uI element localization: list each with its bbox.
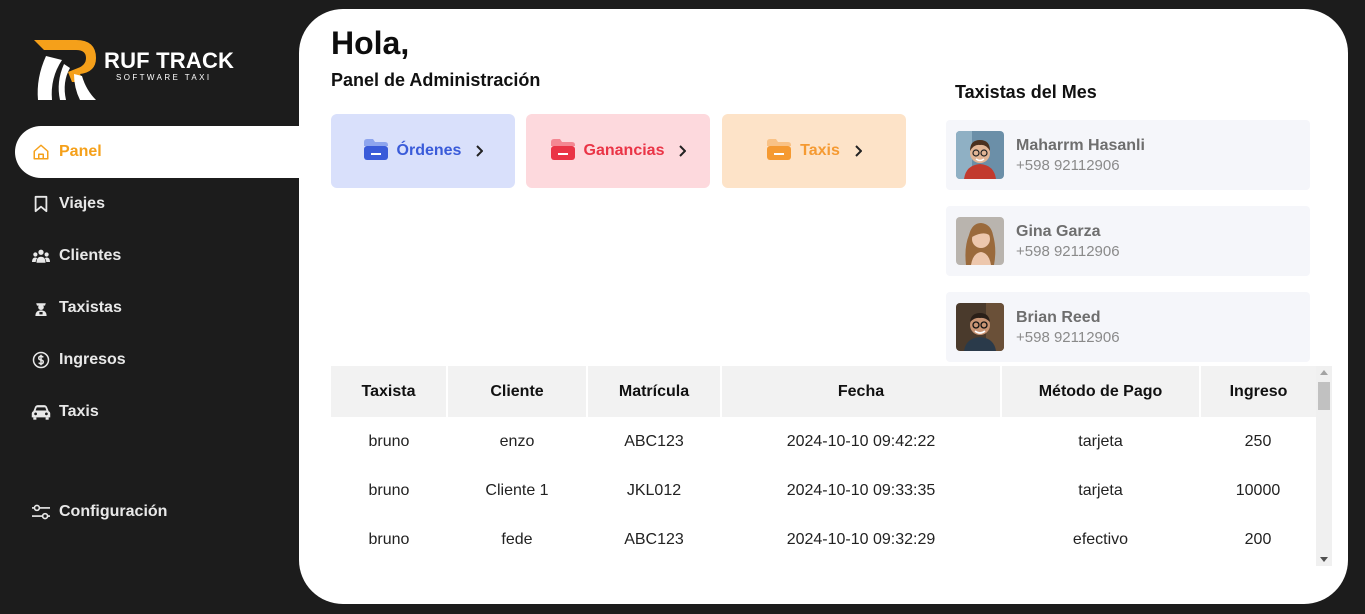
driver-name: Maharrm Hasanli <box>1016 136 1145 154</box>
sidebar-item-label: Taxis <box>59 403 99 420</box>
sidebar-item-viajes[interactable]: Viajes <box>15 178 300 230</box>
main-panel: Hola, Panel de Administración Órdenes Ga… <box>299 9 1348 604</box>
folder-icon <box>550 136 576 167</box>
table-cell: bruno <box>368 530 410 548</box>
driver-phone: +598 92112906 <box>1016 242 1120 260</box>
dollar-circle-icon <box>31 350 51 370</box>
sidebar-item-clientes[interactable]: Clientes <box>15 230 300 282</box>
home-icon <box>31 142 51 162</box>
table-cell: fede <box>501 530 533 548</box>
chevron-right-icon <box>854 145 862 157</box>
column-header[interactable]: Fecha <box>721 366 1002 417</box>
driver-name: Gina Garza <box>1016 222 1101 240</box>
driver-icon <box>31 298 51 318</box>
users-icon <box>31 246 51 266</box>
column-header[interactable]: Cliente <box>447 366 588 417</box>
driver-card[interactable]: Brian Reed +598 92112906 <box>946 292 1310 362</box>
trips-table: Taxista Cliente Matrícula Fecha Método d… <box>331 366 1316 564</box>
earnings-card[interactable]: Ganancias <box>526 114 710 188</box>
sidebar-nav: Panel Viajes Clientes Taxistas Ingresos <box>15 126 300 438</box>
sliders-icon <box>31 502 51 522</box>
table-cell: 200 <box>1244 530 1272 548</box>
taxis-card[interactable]: Taxis <box>722 114 906 188</box>
top-drivers-title: Taxistas del Mes <box>955 82 1097 102</box>
table-cell: bruno <box>368 481 410 499</box>
page-title: Hola, <box>331 25 410 61</box>
table-cell: JKL012 <box>626 481 682 499</box>
sidebar-item-panel[interactable]: Panel <box>15 126 300 178</box>
sidebar-item-label: Taxistas <box>59 299 122 316</box>
sidebar-item-configuracion[interactable]: Configuración <box>15 486 300 538</box>
table-cell: enzo <box>499 432 535 450</box>
table-cell: efectivo <box>1072 530 1129 548</box>
driver-card[interactable]: Gina Garza +598 92112906 <box>946 206 1310 276</box>
folder-icon <box>766 136 792 167</box>
brand-name: RUF TRACK <box>104 48 235 73</box>
table-cell: Cliente 1 <box>485 481 549 499</box>
car-icon <box>31 402 51 422</box>
earnings-card-label: Ganancias <box>583 142 665 159</box>
table-cell: 250 <box>1244 432 1272 450</box>
column-header[interactable]: Ingreso <box>1200 366 1316 417</box>
road-logo-icon <box>34 40 96 100</box>
sidebar: RUF TRACK SOFTWARE TAXI Panel Viajes Cli… <box>0 0 300 614</box>
orders-card[interactable]: Órdenes <box>331 114 515 188</box>
table-cell: 2024-10-10 09:42:22 <box>786 432 936 450</box>
table-cell: bruno <box>368 432 410 450</box>
brand-logo[interactable]: RUF TRACK SOFTWARE TAXI <box>32 38 234 102</box>
sidebar-item-label: Panel <box>59 143 102 160</box>
taxis-card-label: Taxis <box>800 142 840 159</box>
driver-name: Brian Reed <box>1016 308 1101 326</box>
avatar <box>956 131 1004 179</box>
avatar <box>956 217 1004 265</box>
scroll-up-arrow-icon[interactable] <box>1320 370 1328 375</box>
table-row[interactable]: bruno Cliente 1 JKL012 2024-10-10 09:33:… <box>331 466 1316 515</box>
scroll-down-arrow-icon[interactable] <box>1320 557 1328 562</box>
scrollbar-thumb[interactable] <box>1318 382 1330 410</box>
table-header-row: Taxista Cliente Matrícula Fecha Método d… <box>331 366 1316 417</box>
sidebar-item-taxistas[interactable]: Taxistas <box>15 282 300 334</box>
sidebar-item-label: Ingresos <box>59 351 126 368</box>
trips-table-container: Taxista Cliente Matrícula Fecha Método d… <box>331 366 1332 566</box>
table-row[interactable]: bruno enzo ABC123 2024-10-10 09:42:22 ta… <box>331 417 1316 466</box>
page-subtitle: Panel de Administración <box>331 70 541 90</box>
brand-tagline: SOFTWARE TAXI <box>116 73 212 82</box>
sidebar-item-ingresos[interactable]: Ingresos <box>15 334 300 386</box>
folder-icon <box>363 136 389 167</box>
driver-phone: +598 92112906 <box>1016 328 1120 346</box>
table-cell: ABC123 <box>624 530 684 548</box>
table-cell: 2024-10-10 09:33:35 <box>786 481 936 499</box>
chevron-right-icon <box>678 145 687 157</box>
table-cell: 2024-10-10 09:32:29 <box>786 530 936 548</box>
table-scrollbar[interactable] <box>1316 366 1332 566</box>
driver-phone: +598 92112906 <box>1016 156 1120 174</box>
sidebar-item-label: Configuración <box>59 503 168 520</box>
table-cell: ABC123 <box>624 432 684 450</box>
bookmark-icon <box>31 194 51 214</box>
table-row[interactable]: bruno fede ABC123 2024-10-10 09:32:29 ef… <box>331 515 1316 564</box>
column-header[interactable]: Método de Pago <box>1001 366 1201 417</box>
sidebar-item-taxis[interactable]: Taxis <box>15 386 300 438</box>
driver-card[interactable]: Maharrm Hasanli +598 92112906 <box>946 120 1310 190</box>
sidebar-item-label: Viajes <box>59 195 105 212</box>
column-header[interactable]: Taxista <box>331 366 448 417</box>
avatar <box>956 303 1004 351</box>
sidebar-item-label: Clientes <box>59 247 122 264</box>
orders-card-label: Órdenes <box>396 142 462 159</box>
table-cell: tarjeta <box>1078 432 1123 450</box>
chevron-right-icon <box>475 145 484 157</box>
table-cell: tarjeta <box>1078 481 1123 499</box>
column-header[interactable]: Matrícula <box>587 366 722 417</box>
table-cell: 10000 <box>1235 481 1281 499</box>
